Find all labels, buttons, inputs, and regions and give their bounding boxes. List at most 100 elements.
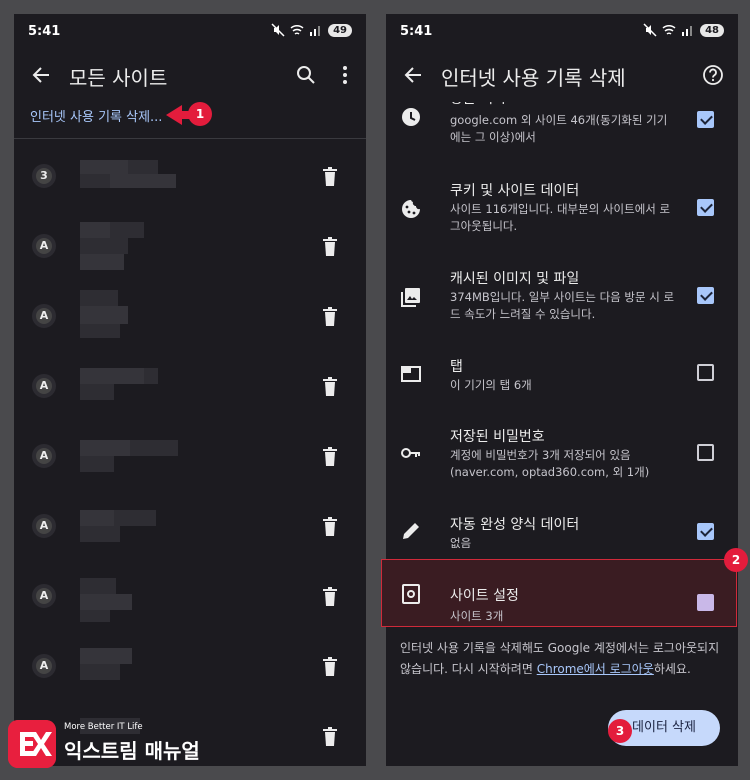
search-icon[interactable] (295, 64, 317, 86)
option-title: 캐시된 이미지 및 파일 (450, 271, 580, 287)
site-name-redacted (80, 578, 160, 622)
site-settings-icon (402, 584, 420, 604)
tab-icon (401, 366, 421, 382)
delete-trash-icon[interactable] (320, 516, 340, 538)
battery-indicator: 48 (700, 23, 724, 37)
ex-logo-icon (8, 720, 56, 768)
clear-browsing-data-link[interactable]: 인터넷 사용 기록 삭제... (30, 106, 162, 125)
option-title: 자동 완성 양식 데이터 (450, 517, 580, 533)
signal-icon (682, 26, 693, 36)
more-vert-icon[interactable] (334, 64, 356, 86)
status-bar: 5:41 49 (28, 22, 352, 42)
page-title: 인터넷 사용 기록 삭제 (441, 66, 626, 90)
delete-trash-icon[interactable] (320, 236, 340, 258)
checkbox[interactable] (697, 444, 714, 461)
option-desc: 이 기기의 탭 6개 (450, 378, 532, 392)
step-badge-2: 2 (724, 548, 748, 572)
site-name-redacted (80, 160, 176, 190)
site-avatar: A (32, 514, 56, 538)
status-bar: 5:41 48 (400, 22, 724, 42)
option-tabs[interactable]: 탭 이 기기의 탭 6개 (386, 340, 738, 410)
site-row[interactable]: A (14, 284, 366, 354)
step-badge-3: 3 (608, 719, 632, 743)
step-badge-1: 1 (188, 102, 212, 126)
delete-trash-icon[interactable] (320, 656, 340, 678)
checkbox[interactable] (697, 111, 714, 128)
site-row[interactable]: A (14, 494, 366, 564)
delete-trash-icon[interactable] (320, 446, 340, 468)
site-name-redacted (80, 440, 180, 472)
checkbox[interactable] (697, 523, 714, 540)
checkbox[interactable] (697, 287, 714, 304)
footer-notice: 인터넷 사용 기록을 삭제해도 Google 계정에서는 로그아웃되지 않습니다… (400, 638, 730, 680)
option-title: 쿠키 및 사이트 데이터 (450, 183, 580, 199)
delete-trash-icon[interactable] (320, 586, 340, 608)
site-name-redacted (80, 648, 160, 680)
back-arrow-icon[interactable] (30, 64, 52, 86)
brand-logo-icon (8, 720, 56, 768)
delete-trash-icon[interactable] (320, 726, 340, 748)
site-name-redacted (80, 368, 160, 400)
site-row[interactable]: A (14, 634, 366, 704)
option-desc: 사이트 116개입니다. 대부분의 사이트에서 로그아웃됩니다. (450, 202, 671, 233)
option-desc: 계정에 비밀번호가 3개 저장되어 있음(naver.com, optad360… (450, 448, 650, 479)
site-name-redacted (80, 222, 160, 270)
site-row[interactable]: 3 (14, 144, 366, 214)
option-title: 사이트 설정 (450, 588, 519, 604)
chrome-sign-out-link[interactable]: Chrome에서 로그아웃 (537, 662, 654, 676)
app-bar: 모든 사이트 (14, 46, 366, 102)
option-desc: 사이트 3개 (450, 609, 504, 623)
site-avatar: A (32, 654, 56, 678)
site-row[interactable]: A (14, 424, 366, 494)
site-row[interactable]: A (14, 214, 366, 284)
wifi-icon (290, 24, 304, 35)
option-desc: 374MB입니다. 일부 사이트는 다음 방문 시 로드 속도가 느려질 수 있… (450, 290, 675, 321)
site-avatar: A (32, 234, 56, 258)
option-cookies[interactable]: 쿠키 및 사이트 데이터 사이트 116개입니다. 대부분의 사이트에서 로그아… (386, 164, 738, 244)
option-site-settings[interactable]: 사이트 설정 사이트 3개 (386, 559, 738, 627)
option-desc: 없음 (450, 536, 472, 550)
site-name-redacted (80, 510, 160, 542)
option-cached-images[interactable]: 캐시된 이미지 및 파일 374MB입니다. 일부 사이트는 다음 방문 시 로… (386, 252, 738, 332)
all-sites-screen: 5:41 49 모든 사이트 인터넷 사용 기록 삭제... 1 3 A A A… (14, 14, 366, 766)
site-avatar: A (32, 374, 56, 398)
footer-text-end: 하세요. (653, 662, 691, 676)
image-icon (401, 288, 420, 307)
delete-trash-icon[interactable] (320, 166, 340, 188)
watermark-name: 익스트림 매뉴얼 (64, 739, 200, 763)
option-title: 저장된 비밀번호 (450, 429, 545, 445)
site-row[interactable]: A (14, 354, 366, 424)
watermark-tagline: More Better IT Life (64, 722, 143, 732)
checkbox[interactable] (697, 594, 714, 611)
watermark-logo: More Better IT Life 익스트림 매뉴얼 (8, 718, 208, 770)
key-icon (401, 448, 420, 458)
delete-trash-icon[interactable] (320, 376, 340, 398)
site-name-redacted (80, 290, 160, 338)
help-icon[interactable] (702, 64, 724, 86)
signal-icon (310, 26, 321, 36)
clear-browsing-data-screen: 5:41 48 인터넷 사용 기록 삭제 방문 기록 google.com 외 … (386, 14, 738, 766)
wifi-icon (662, 24, 676, 35)
divider (14, 138, 366, 139)
clock-icon (402, 108, 420, 126)
battery-indicator: 49 (328, 23, 352, 37)
checkbox[interactable] (697, 199, 714, 216)
mute-icon (643, 23, 657, 37)
checkbox[interactable] (697, 364, 714, 381)
site-avatar: 3 (32, 164, 56, 188)
back-arrow-icon[interactable] (402, 64, 424, 86)
site-row[interactable]: A (14, 564, 366, 634)
site-avatar: A (32, 444, 56, 468)
site-avatar: A (32, 304, 56, 328)
cookie-icon (402, 200, 420, 218)
option-desc: google.com 외 사이트 46개(동기화된 기기에는 그 이상)에서 (450, 113, 668, 144)
site-avatar: A (32, 584, 56, 608)
status-time: 5:41 (28, 24, 61, 39)
status-time: 5:41 (400, 24, 433, 39)
option-title: 탭 (450, 359, 463, 375)
mute-icon (271, 23, 285, 37)
option-saved-passwords[interactable]: 저장된 비밀번호 계정에 비밀번호가 3개 저장되어 있음(naver.com,… (386, 410, 738, 492)
page-title: 모든 사이트 (69, 66, 168, 90)
pencil-icon (403, 523, 419, 539)
delete-trash-icon[interactable] (320, 306, 340, 328)
